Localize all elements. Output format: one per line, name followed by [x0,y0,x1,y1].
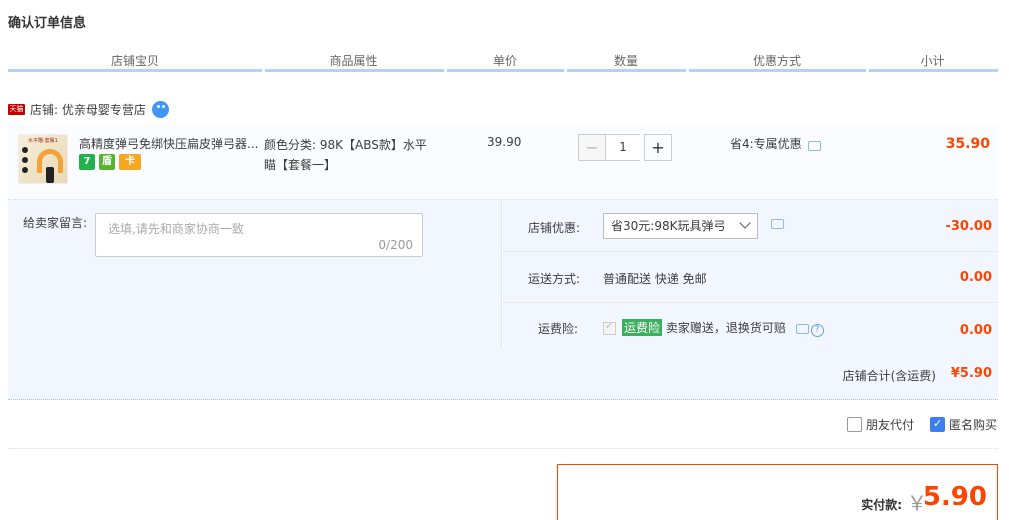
credit-card-icon[interactable]: 卡 [119,154,141,170]
message-label: 给卖家留言: [23,216,88,230]
unit-price: 39.90 [487,135,522,149]
shop-name-link[interactable]: 店铺: 优亲母婴专营店 [30,101,146,118]
message-panel: 给卖家留言: 选填,请先和商家协商一致 0/200 [8,200,502,348]
column-header-attributes: 商品属性 [329,54,378,68]
increase-quantity-button[interactable]: + [644,134,672,161]
column-header-quantity: 数量 [613,54,638,68]
column-header-unit-price: 单价 [492,54,517,68]
service-badges: 7 盾 卡 [79,154,141,170]
help-question-icon[interactable]: ? [810,324,824,337]
shop-discount-label: 店铺优惠: [528,221,581,235]
product-thumbnail[interactable]: 水平瞄·套餐1 [18,134,68,184]
thumbnail-label: 水平瞄·套餐1 [28,138,58,144]
shop-discount-select[interactable]: 省30元:98K玩具弹弓 [603,213,758,239]
shop-total-label: 店铺合计(含运费) [842,369,936,383]
item-promotion: 省4:专属优惠 [730,135,821,152]
table-header: 店铺宝贝 商品属性 单价 数量 优惠方式 小计 [8,48,998,72]
shop-header: 天猫 店铺: 优亲母婴专营店 [8,100,169,118]
shop-total-row: 店铺合计(含运费) ¥5.90 [8,348,998,400]
shop-discount-selected: 省30元:98K玩具弹弓 [611,219,726,233]
payment-label: 实付款: [861,498,902,512]
item-subtotal: 35.90 [945,136,990,152]
tmall-badge-icon: 天猫 [8,103,25,115]
promotion-comment-icon[interactable] [807,140,821,151]
wangwang-chat-icon[interactable] [151,100,169,118]
anonymous-option[interactable]: 匿名购买 [929,416,997,433]
shipping-row: 运送方式: 普通配送 快递 免邮 0.00 [503,252,998,303]
column-header-shop-item: 店铺宝贝 [110,54,159,68]
shipping-amount: 0.00 [959,270,992,285]
insurance-label: 运费险: [538,322,579,336]
attribute-line: 瞄【套餐一】 [264,158,337,172]
friend-pay-checkbox[interactable] [846,417,862,432]
insurance-row: 运费险: 运费险 卖家赠送，退换货可赔 ? 0.00 [503,303,998,348]
product-attributes: 颜色分类: 98K【ABS款】水平 瞄【套餐一】 [264,135,444,175]
insurance-comment-icon[interactable] [795,324,809,334]
friend-pay-label: 朋友代付 [865,418,914,432]
guarantee-shield-icon[interactable]: 盾 [99,154,115,170]
shop-total-amount: ¥5.90 [950,366,992,381]
attribute-line: 颜色分类: 98K【ABS款】水平 [264,138,427,152]
payment-summary: 实付款: ￥ 5.90 [557,464,998,520]
order-item-row: 水平瞄·套餐1 高精度弹弓免绑快压扁皮弹弓器... 7 盾 卡 颜色分类: 98… [8,124,998,200]
quantity-stepper: − 1 + [578,134,672,161]
column-header-discount: 优惠方式 [752,54,801,68]
friend-pay-option[interactable]: 朋友代付 [846,416,914,433]
decrease-quantity-button[interactable]: − [578,134,606,161]
message-placeholder: 选填,请先和商家协商一致 [108,222,244,236]
divider [8,448,998,449]
chevron-down-icon [739,217,751,229]
insurance-text: 卖家赠送，退换货可赔 [665,321,786,335]
insurance-badge: 运费险 [622,319,663,336]
shipping-label: 运送方式: [528,272,581,286]
discount-comment-icon[interactable] [771,219,784,229]
product-title-link[interactable]: 高精度弹弓免绑快压扁皮弹弓器... [79,135,259,152]
page-title: 确认订单信息 [8,16,87,31]
shipping-method: 普通配送 快递 免邮 [603,272,707,286]
message-char-count: 0/200 [378,238,413,252]
anonymous-checkbox[interactable] [929,417,945,432]
seller-message-input[interactable]: 选填,请先和商家协商一致 0/200 [95,213,423,257]
insurance-info: 运费险 卖家赠送，退换货可赔 ? [603,319,824,337]
insurance-amount: 0.00 [959,323,992,338]
column-header-subtotal: 小计 [920,54,945,68]
shop-discount-amount: -30.00 [945,219,992,234]
shop-options-panel: 店铺优惠: 省30元:98K玩具弹弓 -30.00 运送方式: 普通配送 快递 … [503,200,998,348]
quantity-input[interactable]: 1 [606,134,640,161]
anonymous-label: 匿名购买 [948,418,997,432]
payment-options: 朋友代付 匿名购买 [846,416,997,433]
insurance-checkbox [603,321,616,335]
seven-day-return-icon[interactable]: 7 [79,154,95,170]
payment-amount: 5.90 [922,482,987,512]
promotion-text: 省4:专属优惠 [730,137,802,151]
shop-discount-row: 店铺优惠: 省30元:98K玩具弹弓 -30.00 [503,200,998,252]
